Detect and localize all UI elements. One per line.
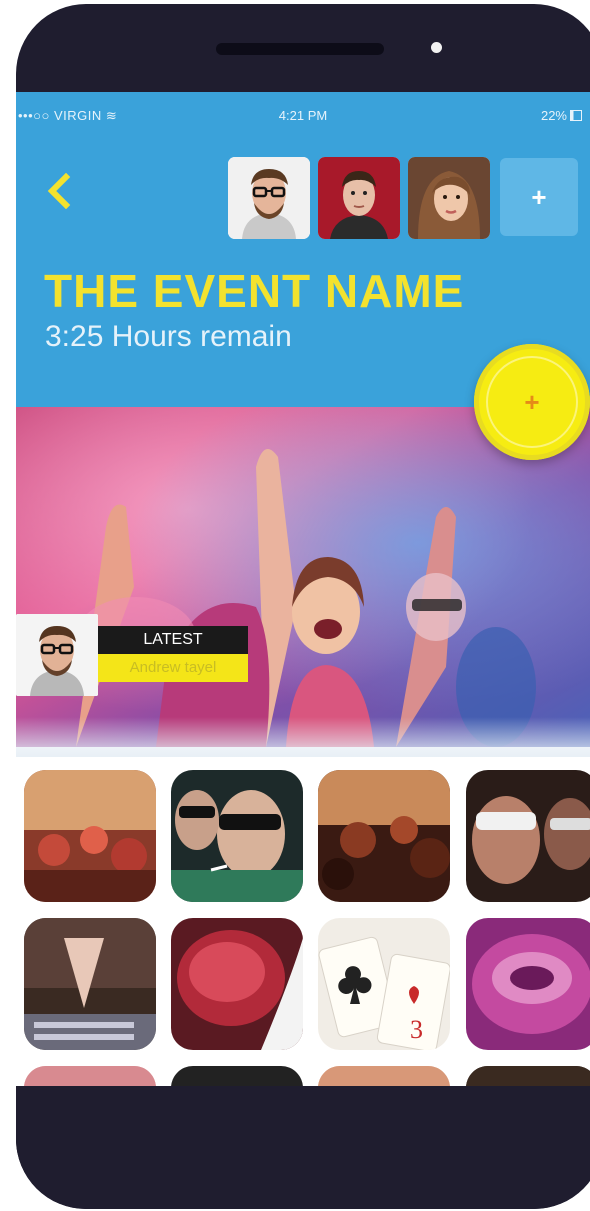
latest-label: LATEST — [98, 626, 248, 654]
participant-avatar[interactable] — [318, 157, 400, 239]
participant-avatar[interactable] — [228, 157, 310, 239]
participant-avatar[interactable] — [408, 157, 490, 239]
status-time: 4:21 PM — [278, 108, 328, 123]
photo-thumbnail[interactable] — [466, 1066, 590, 1086]
photo-thumbnail[interactable] — [466, 770, 590, 902]
photo-thumbnail[interactable] — [24, 918, 156, 1050]
participants-avatars — [228, 157, 490, 239]
phone-camera — [431, 42, 442, 53]
add-participant-button[interactable]: + — [500, 158, 578, 236]
battery-percent: 22% — [540, 108, 567, 123]
svg-text:3: 3 — [410, 1015, 423, 1044]
hero-fade — [16, 717, 590, 757]
photo-thumbnail[interactable] — [466, 918, 590, 1050]
latest-uploader-avatar — [16, 614, 98, 696]
photo-thumbnail[interactable] — [318, 1066, 450, 1086]
photo-thumbnail[interactable] — [171, 918, 303, 1050]
back-button[interactable] — [36, 168, 82, 214]
phone-bottom-bezel — [16, 1086, 590, 1209]
photo-thumbnail[interactable] — [171, 770, 303, 902]
battery-status: 22% — [541, 108, 582, 123]
photo-thumbnail[interactable] — [24, 1066, 156, 1086]
photo-thumbnail[interactable] — [171, 1066, 303, 1086]
event-hero-image — [16, 407, 590, 747]
phone-speaker — [216, 43, 384, 55]
photo-thumbnail[interactable] — [318, 770, 450, 902]
photo-thumbnail[interactable] — [24, 770, 156, 902]
latest-upload-badge[interactable]: LATEST Andrew tayel — [16, 614, 256, 696]
app-screen: •••○○ VIRGIN ≋ 4:21 PM 22% + THE EVENT N… — [16, 92, 590, 1086]
latest-uploader-name: Andrew tayel — [98, 654, 248, 682]
phone-frame: •••○○ VIRGIN ≋ 4:21 PM 22% + THE EVENT N… — [16, 4, 590, 1209]
photo-thumbnail[interactable]: 3 — [318, 918, 450, 1050]
battery-icon — [570, 110, 582, 121]
event-title: THE EVENT NAME — [44, 265, 465, 317]
plus-icon: + — [524, 386, 540, 417]
add-photo-fab[interactable]: + — [474, 344, 590, 460]
chevron-left-icon — [47, 173, 71, 209]
status-bar: •••○○ VIRGIN ≋ 4:21 PM 22% — [16, 100, 590, 130]
time-remaining: 3:25 Hours remain — [45, 320, 292, 353]
